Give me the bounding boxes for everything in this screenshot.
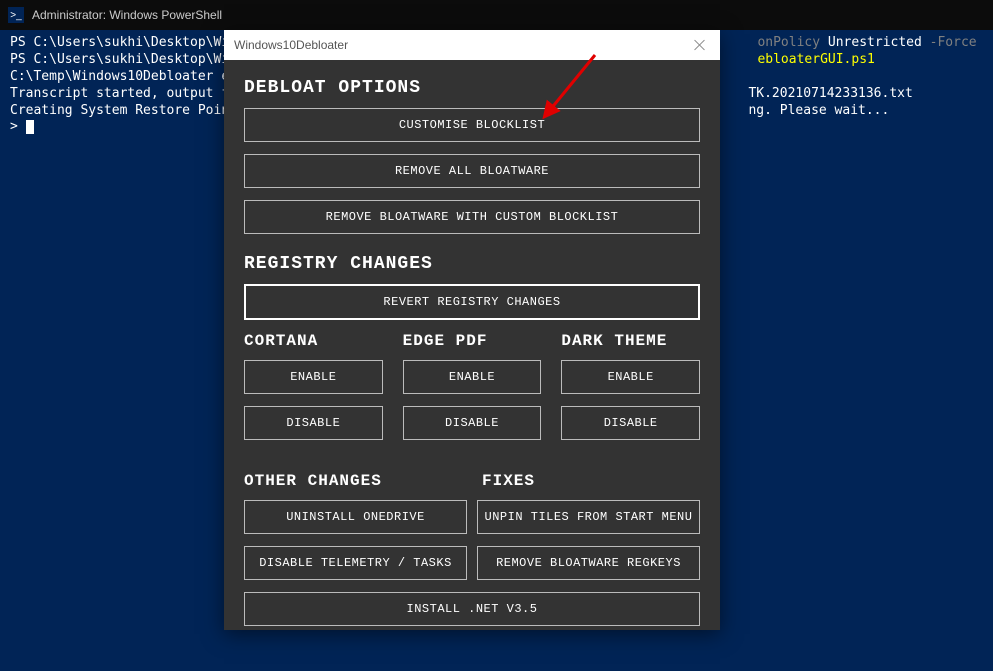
edge-pdf-enable-button[interactable]: ENABLE xyxy=(403,360,542,394)
debloater-body: DEBLOAT OPTIONS CUSTOMISE BLOCKLIST REMO… xyxy=(224,60,720,630)
debloat-options-title: DEBLOAT OPTIONS xyxy=(244,78,700,98)
remove-bloatware-custom-button[interactable]: REMOVE BLOATWARE WITH CUSTOM BLOCKLIST xyxy=(244,200,700,234)
unpin-tiles-button[interactable]: UNPIN TILES FROM START MENU xyxy=(477,500,700,534)
dark-theme-column: DARK THEME ENABLE DISABLE xyxy=(561,332,700,452)
registry-changes-title: REGISTRY CHANGES xyxy=(244,254,700,274)
dark-theme-enable-button[interactable]: ENABLE xyxy=(561,360,700,394)
edge-pdf-column: EDGE PDF ENABLE DISABLE xyxy=(403,332,542,452)
debloater-title: Windows10Debloater xyxy=(234,38,348,52)
remove-regkeys-button[interactable]: REMOVE BLOATWARE REGKEYS xyxy=(477,546,700,580)
dark-theme-disable-button[interactable]: DISABLE xyxy=(561,406,700,440)
revert-registry-button[interactable]: REVERT REGISTRY CHANGES xyxy=(244,284,700,320)
other-changes-title: OTHER CHANGES xyxy=(244,472,462,490)
powershell-icon: >_ xyxy=(8,7,24,23)
cortana-enable-button[interactable]: ENABLE xyxy=(244,360,383,394)
debloater-window: Windows10Debloater DEBLOAT OPTIONS CUSTO… xyxy=(224,30,720,630)
cortana-disable-button[interactable]: DISABLE xyxy=(244,406,383,440)
install-net-button[interactable]: INSTALL .NET V3.5 xyxy=(244,592,700,626)
powershell-title: Administrator: Windows PowerShell xyxy=(32,8,222,22)
powershell-titlebar[interactable]: >_ Administrator: Windows PowerShell xyxy=(0,0,993,30)
remove-all-bloatware-button[interactable]: REMOVE ALL BLOATWARE xyxy=(244,154,700,188)
fixes-title: FIXES xyxy=(482,472,700,490)
cursor xyxy=(26,120,34,134)
debloater-titlebar[interactable]: Windows10Debloater xyxy=(224,30,720,60)
customise-blocklist-button[interactable]: CUSTOMISE BLOCKLIST xyxy=(244,108,700,142)
edge-pdf-disable-button[interactable]: DISABLE xyxy=(403,406,542,440)
cortana-title: CORTANA xyxy=(244,332,383,350)
uninstall-onedrive-button[interactable]: UNINSTALL ONEDRIVE xyxy=(244,500,467,534)
close-icon[interactable] xyxy=(690,35,710,55)
cortana-column: CORTANA ENABLE DISABLE xyxy=(244,332,383,452)
edge-pdf-title: EDGE PDF xyxy=(403,332,542,350)
dark-theme-title: DARK THEME xyxy=(561,332,700,350)
disable-telemetry-button[interactable]: DISABLE TELEMETRY / TASKS xyxy=(244,546,467,580)
